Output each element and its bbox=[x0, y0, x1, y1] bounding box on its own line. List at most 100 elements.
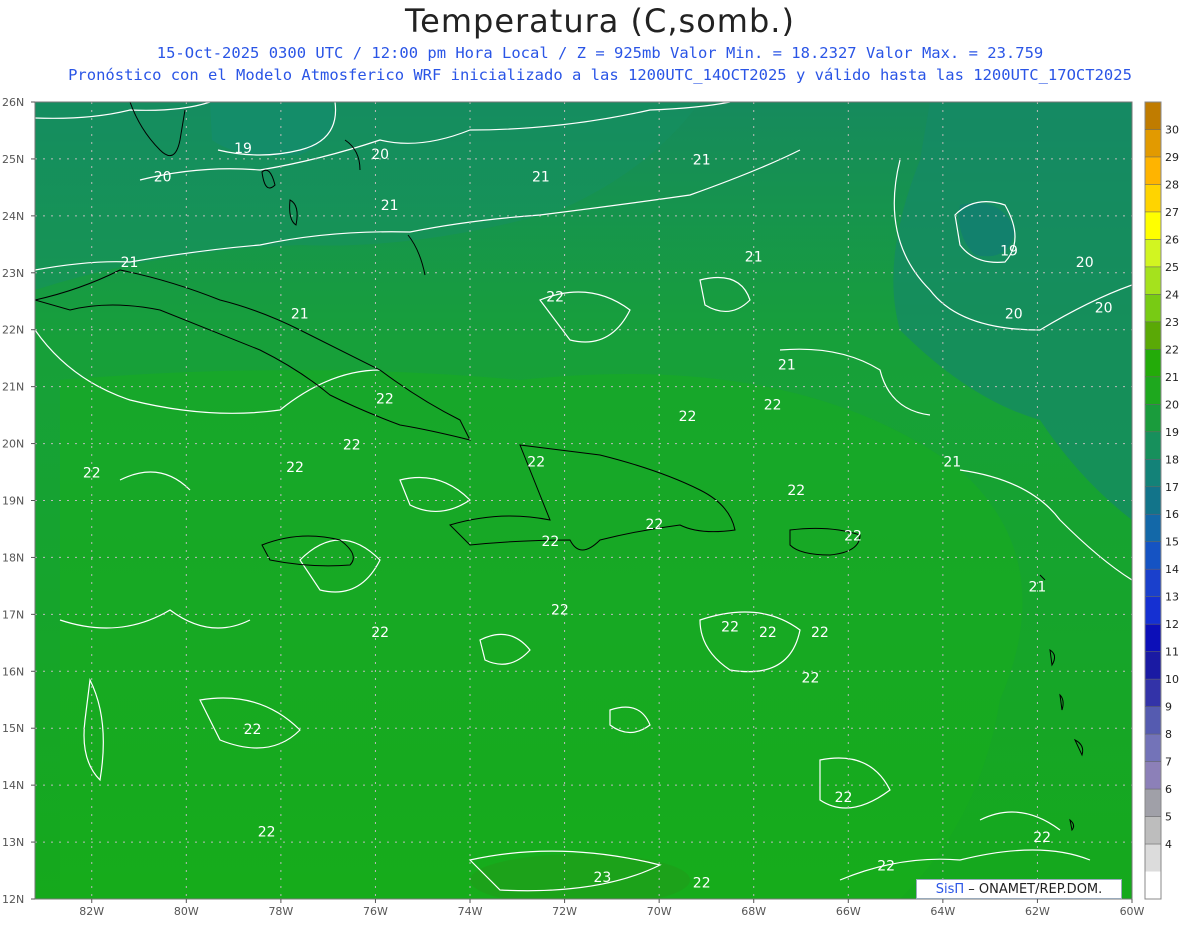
colorbar-label: 20 bbox=[1165, 398, 1179, 411]
contour-label: 22 bbox=[1033, 830, 1051, 846]
contour-label: 23 bbox=[593, 870, 611, 886]
contour-label: 22 bbox=[371, 625, 389, 641]
contour-label: 22 bbox=[83, 466, 101, 482]
contour-label: 21 bbox=[943, 454, 961, 470]
contour-label: 22 bbox=[721, 619, 739, 635]
lon-label: 66W bbox=[836, 905, 861, 918]
colorbar-label: 21 bbox=[1165, 371, 1179, 384]
contour-label: 22 bbox=[376, 392, 394, 408]
colorbar-label: 24 bbox=[1165, 288, 1179, 301]
colorbar-swatch bbox=[1145, 211, 1161, 240]
contour-label: 20 bbox=[1005, 306, 1023, 322]
colorbar-label: 4 bbox=[1165, 838, 1172, 851]
contour-label: 22 bbox=[541, 534, 559, 550]
colorbar-label: 28 bbox=[1165, 178, 1179, 191]
colorbar-label: 5 bbox=[1165, 811, 1172, 824]
contour-label: 22 bbox=[343, 437, 361, 453]
colorbar-label: 16 bbox=[1165, 508, 1179, 521]
colorbar-swatch bbox=[1145, 349, 1161, 378]
colorbar-label: 7 bbox=[1165, 756, 1172, 769]
colorbar-swatch bbox=[1145, 624, 1161, 653]
colorbar-swatch bbox=[1145, 486, 1161, 515]
lat-label: 23N bbox=[2, 267, 24, 280]
colorbar-label: 30 bbox=[1165, 123, 1179, 136]
lon-label: 62W bbox=[1025, 905, 1050, 918]
lat-label: 16N bbox=[2, 665, 24, 678]
colorbar-swatch bbox=[1145, 734, 1161, 763]
colorbar-label: 14 bbox=[1165, 563, 1179, 576]
map-canvas: 26N 25N 24N 23N 22N 21N 20N 19N 18N 17N 16N 15N 14N 1… bbox=[2, 96, 1179, 918]
colorbar-label: 19 bbox=[1165, 426, 1179, 439]
lon-label: 60W bbox=[1120, 905, 1145, 918]
colorbar-swatch bbox=[1145, 514, 1161, 543]
colorbar-swatch bbox=[1145, 431, 1161, 460]
colorbar-swatch bbox=[1145, 541, 1161, 570]
colorbar-swatch bbox=[1145, 376, 1161, 405]
colorbar-swatch bbox=[1145, 816, 1161, 845]
colorbar-swatch bbox=[1145, 184, 1161, 213]
lat-label: 26N bbox=[2, 96, 24, 109]
lon-label: 78W bbox=[268, 905, 293, 918]
lat-label: 25N bbox=[2, 153, 24, 166]
lat-label: 14N bbox=[2, 779, 24, 792]
credit-brand: SisΠ bbox=[935, 882, 965, 897]
colorbar-swatch bbox=[1145, 266, 1161, 295]
colorbar-swatch bbox=[1145, 129, 1161, 158]
lat-label: 15N bbox=[2, 722, 24, 735]
contour-label: 20 bbox=[154, 170, 172, 186]
colorbar-label: 6 bbox=[1165, 783, 1172, 796]
colorbar-swatch bbox=[1145, 651, 1161, 680]
temperature-field bbox=[35, 102, 1132, 899]
longitude-labels: 82W 80W 78W 76W 74W 72W 70W 68W 66W 64W 62W 60W bbox=[79, 899, 1145, 918]
lat-label: 22N bbox=[2, 324, 24, 337]
lon-label: 72W bbox=[552, 905, 577, 918]
lon-label: 76W bbox=[363, 905, 388, 918]
lon-label: 64W bbox=[930, 905, 955, 918]
contour-label: 21 bbox=[532, 170, 550, 186]
colorbar-swatch bbox=[1145, 102, 1161, 130]
contour-label: 21 bbox=[1029, 580, 1047, 596]
contour-label: 22 bbox=[759, 625, 777, 641]
contour-label: 21 bbox=[381, 198, 399, 214]
contour-label: 22 bbox=[646, 517, 664, 533]
lon-label: 68W bbox=[741, 905, 766, 918]
contour-label: 20 bbox=[1095, 301, 1113, 317]
contour-label: 22 bbox=[811, 625, 829, 641]
colorbar-label: 15 bbox=[1165, 536, 1179, 549]
contour-label: 19 bbox=[234, 141, 252, 157]
contour-label: 22 bbox=[835, 790, 853, 806]
contour-label: 21 bbox=[745, 249, 763, 265]
lat-label: 21N bbox=[2, 381, 24, 394]
lon-label: 70W bbox=[647, 905, 672, 918]
colorbar-label: 26 bbox=[1165, 233, 1179, 246]
lat-label: 13N bbox=[2, 836, 24, 849]
lat-label: 17N bbox=[2, 608, 24, 621]
colorbar-label: 10 bbox=[1165, 673, 1179, 686]
contour-label: 21 bbox=[778, 358, 796, 374]
lat-label: 12N bbox=[2, 893, 24, 906]
lat-label: 20N bbox=[2, 438, 24, 451]
contour-label: 22 bbox=[546, 289, 564, 305]
colorbar-label: 13 bbox=[1165, 591, 1179, 604]
colorbar-label: 18 bbox=[1165, 453, 1179, 466]
colorbar-label: 8 bbox=[1165, 728, 1172, 741]
contour-label: 22 bbox=[258, 824, 276, 840]
colorbar-label: 29 bbox=[1165, 151, 1179, 164]
colorbar-swatch bbox=[1145, 679, 1161, 708]
contour-label: 22 bbox=[787, 483, 805, 499]
contour-label: 22 bbox=[286, 460, 304, 476]
colorbar-swatch bbox=[1145, 239, 1161, 268]
model-credit: SisΠ – ONAMET/REP.DOM. bbox=[916, 879, 1122, 899]
lat-label: 18N bbox=[2, 551, 24, 564]
lon-label: 80W bbox=[174, 905, 199, 918]
contour-label: 22 bbox=[244, 722, 262, 738]
colorbar-swatch bbox=[1145, 596, 1161, 625]
colorbar-label: 17 bbox=[1165, 481, 1179, 494]
contour-label: 22 bbox=[527, 454, 545, 470]
colorbar-swatch bbox=[1145, 294, 1161, 323]
lon-label: 74W bbox=[458, 905, 483, 918]
colorbar-label: 9 bbox=[1165, 701, 1172, 714]
colorbar-swatch bbox=[1145, 706, 1161, 735]
contour-label: 21 bbox=[291, 306, 309, 322]
contour-label: 21 bbox=[693, 153, 711, 169]
